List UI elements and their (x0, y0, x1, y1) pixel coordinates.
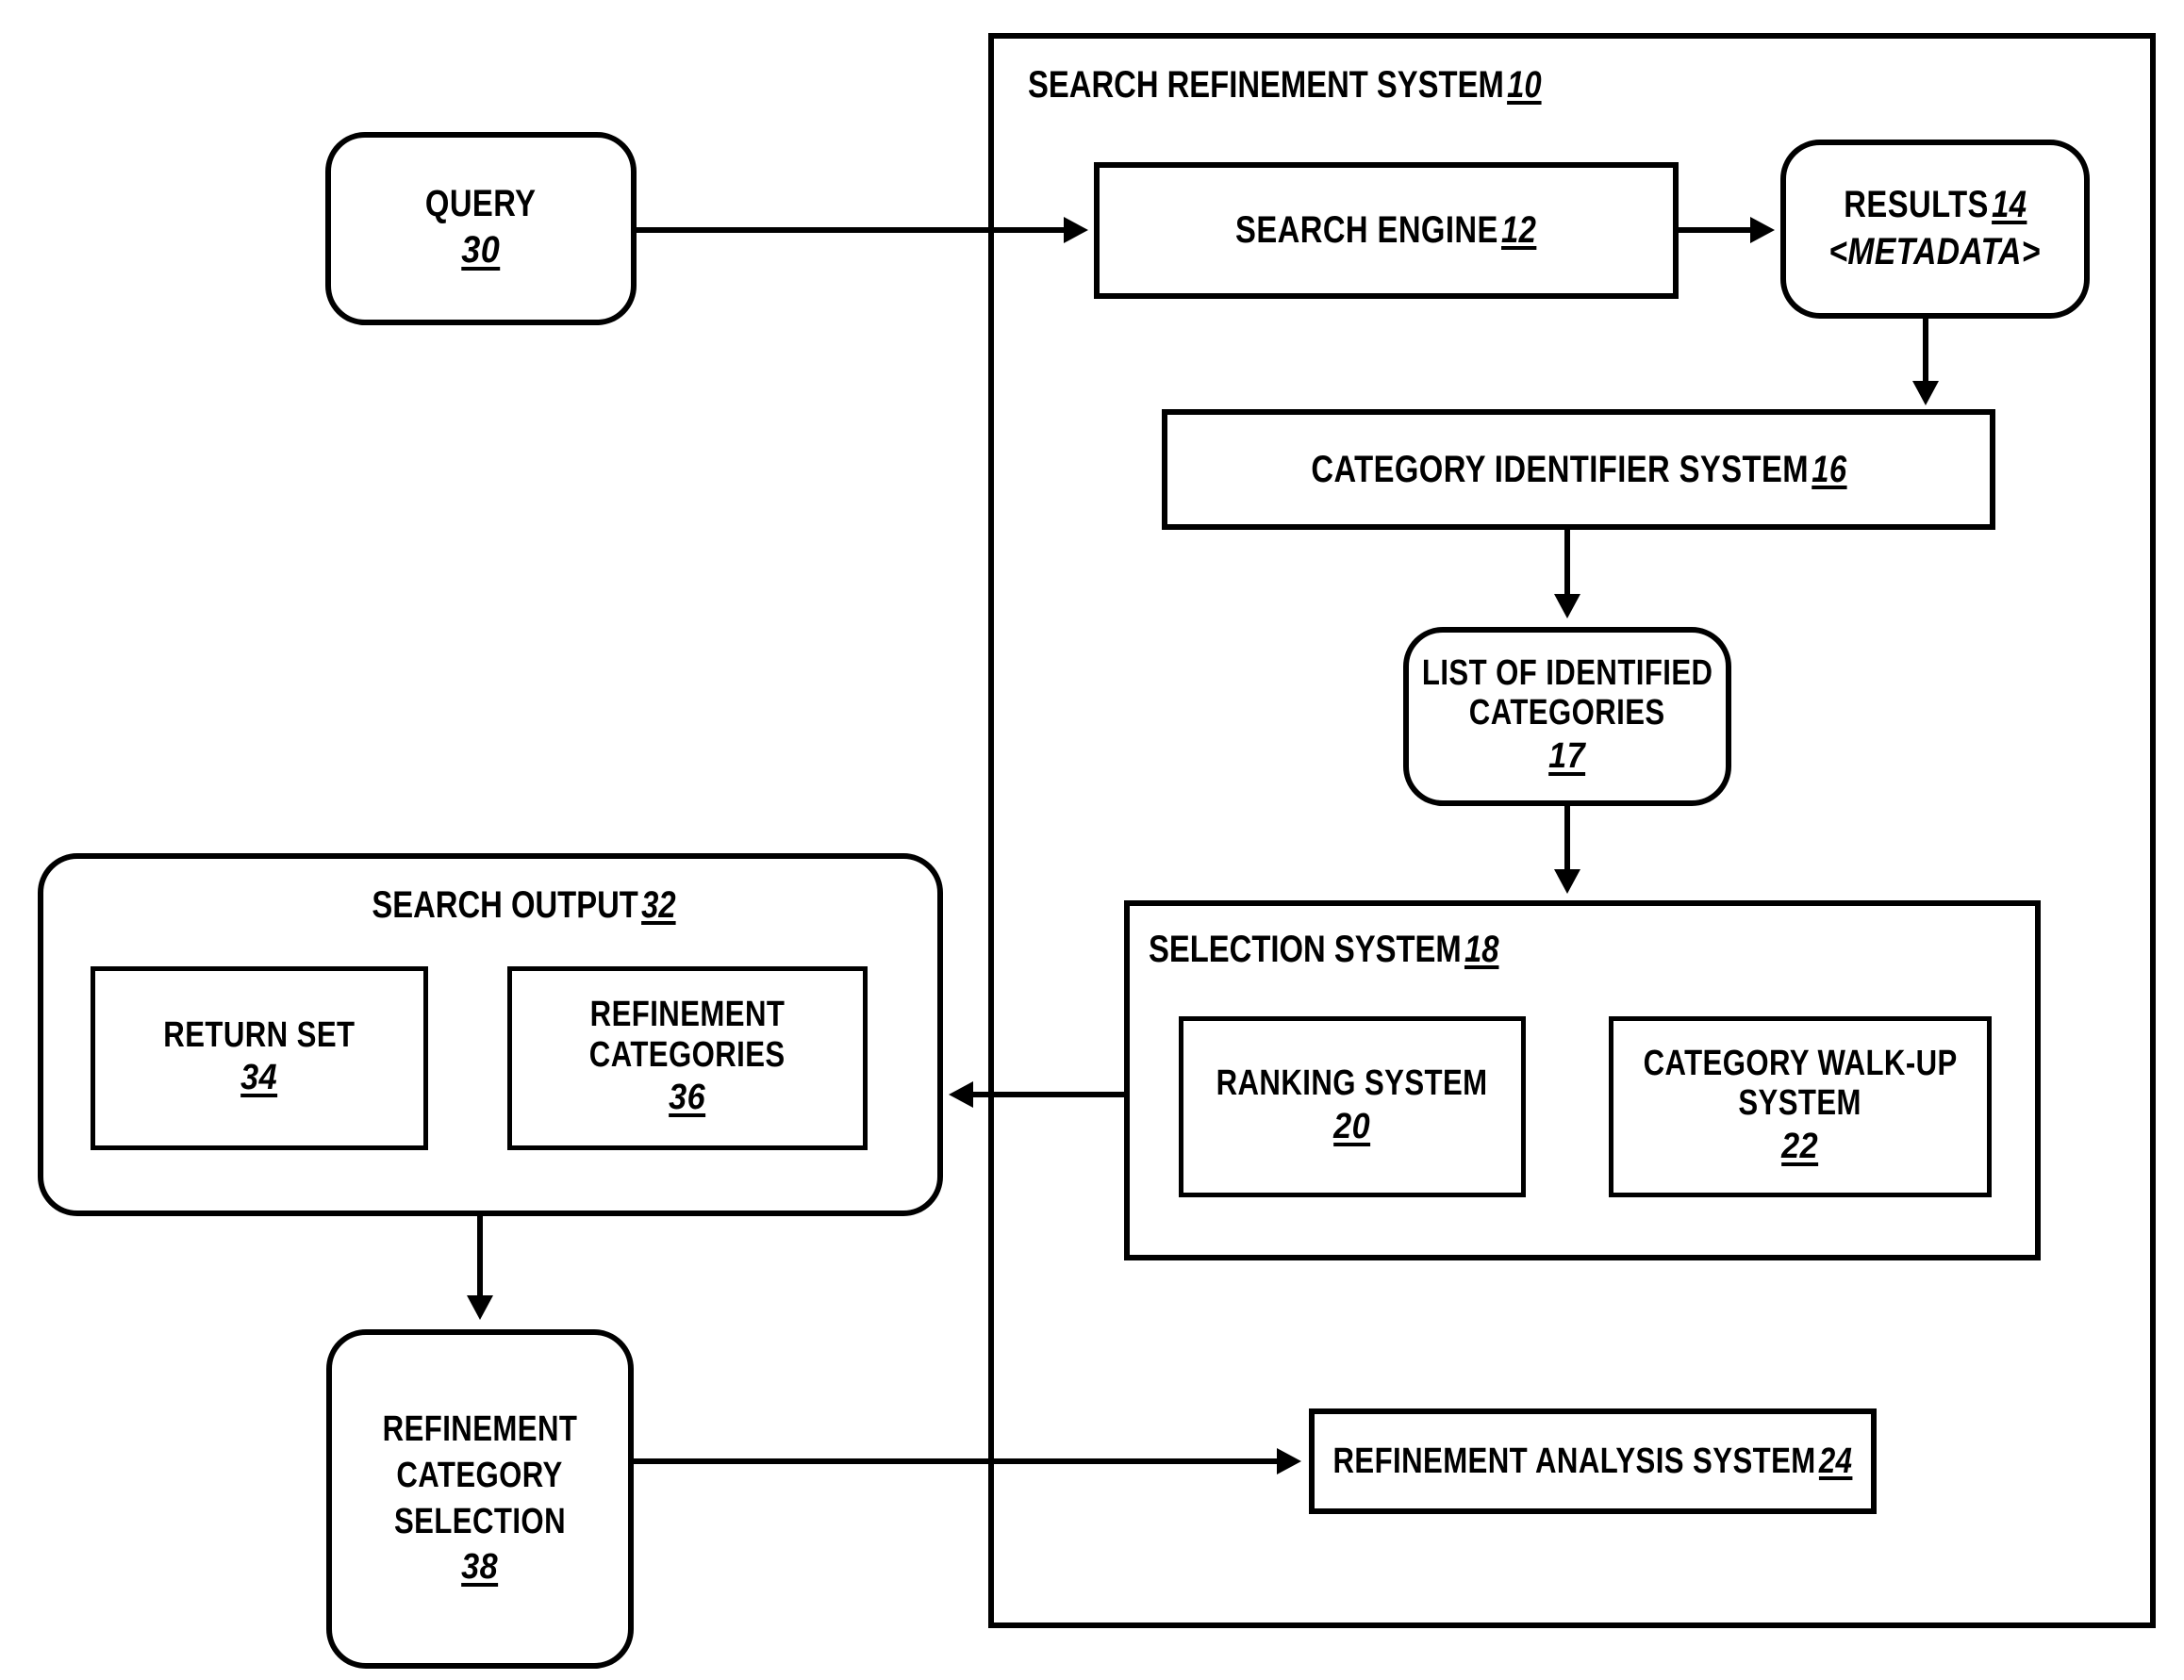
query-node[interactable]: QUERY 30 (325, 132, 637, 325)
category-identifier-system-node[interactable]: CATEGORY IDENTIFIER SYSTEM16 (1162, 409, 1995, 530)
search-refinement-system-title: SEARCH REFINEMENT SYSTEM (1028, 64, 1504, 106)
selection-system-ref: 18 (1464, 929, 1499, 970)
arrowhead-query-to-search-engine (1064, 217, 1088, 243)
category-identifier-label: CATEGORY IDENTIFIER SYSTEM (1310, 448, 1809, 490)
search-output-label: SEARCH OUTPUT32 (372, 884, 675, 927)
connector-query-to-search-engine (637, 227, 1069, 233)
refinement-selection-line1: REFINEMENT (382, 1409, 578, 1450)
results-label: RESULTS (1843, 183, 1989, 225)
ranking-system-label: RANKING SYSTEM (1216, 1063, 1488, 1104)
results-ref: 14 (1991, 183, 2027, 225)
refinement-analysis-ref: 24 (1818, 1441, 1853, 1481)
selection-system-title: SELECTION SYSTEM (1149, 929, 1462, 970)
refinement-analysis-text: REFINEMENT ANALYSIS SYSTEM24 (1333, 1441, 1853, 1482)
connector-results-to-category-identifier (1923, 319, 1928, 385)
list-categories-line1: LIST OF IDENTIFIED (1421, 652, 1713, 693)
connector-category-identifier-to-list (1564, 530, 1570, 598)
query-label: QUERY (425, 183, 537, 225)
query-ref: 30 (461, 228, 501, 271)
arrowhead-search-output-to-refinement-selection (467, 1295, 493, 1320)
arrowhead-selection-to-search-output (949, 1081, 973, 1108)
category-identifier-text: CATEGORY IDENTIFIER SYSTEM16 (1311, 449, 1846, 491)
category-walkup-ref: 22 (1781, 1126, 1819, 1166)
refinement-categories-line1: REFINEMENT (589, 995, 786, 1035)
arrowhead-results-to-category-identifier (1912, 381, 1939, 405)
search-output-ref: 32 (640, 884, 676, 926)
refinement-selection-line2: CATEGORY (396, 1455, 564, 1495)
refinement-selection-line3: SELECTION (393, 1501, 567, 1541)
refinement-categories-ref: 36 (669, 1078, 706, 1118)
figure-canvas: SEARCH REFINEMENT SYSTEM10 QUERY 30 SEAR… (0, 0, 2184, 1680)
refinement-categories-line2: CATEGORIES (589, 1034, 786, 1075)
results-text: RESULTS14 (1844, 184, 2027, 226)
list-of-identified-categories-node[interactable]: LIST OF IDENTIFIED CATEGORIES 17 (1403, 627, 1731, 806)
search-engine-label: SEARCH ENGINE (1235, 209, 1499, 252)
refinement-category-selection-node[interactable]: REFINEMENT CATEGORY SELECTION 38 (326, 1329, 634, 1669)
search-engine-text: SEARCH ENGINE12 (1235, 209, 1536, 252)
connector-refinement-selection-to-analysis (634, 1458, 1281, 1464)
return-set-ref: 34 (240, 1058, 278, 1098)
arrowhead-search-engine-to-results (1750, 217, 1775, 243)
return-set-label: RETURN SET (163, 1014, 356, 1055)
connector-list-to-selection-system (1564, 806, 1570, 872)
return-set-node[interactable]: RETURN SET 34 (91, 966, 428, 1150)
category-identifier-ref: 16 (1811, 448, 1847, 490)
category-walkup-line1: CATEGORY WALK-UP (1643, 1043, 1958, 1083)
category-walkup-line2: SYSTEM (1738, 1083, 1862, 1124)
search-engine-node[interactable]: SEARCH ENGINE12 (1094, 162, 1679, 299)
results-node[interactable]: RESULTS14 <METADATA> (1780, 140, 2090, 319)
arrowhead-list-to-selection-system (1554, 869, 1580, 894)
list-categories-ref: 17 (1548, 735, 1586, 776)
connector-search-engine-to-results (1679, 227, 1752, 233)
connector-search-output-to-refinement-selection (477, 1216, 483, 1299)
connector-selection-to-search-output (973, 1092, 1126, 1097)
ranking-system-ref: 20 (1333, 1106, 1371, 1146)
search-output-title: SEARCH OUTPUT (372, 884, 638, 926)
search-engine-ref: 12 (1501, 209, 1537, 252)
list-categories-line2: CATEGORIES (1469, 693, 1665, 733)
refinement-selection-ref: 38 (461, 1547, 499, 1588)
refinement-categories-node[interactable]: REFINEMENT CATEGORIES 36 (507, 966, 868, 1150)
selection-system-label: SELECTION SYSTEM18 (1149, 929, 1498, 971)
ranking-system-node[interactable]: RANKING SYSTEM 20 (1179, 1016, 1526, 1197)
search-refinement-system-label: SEARCH REFINEMENT SYSTEM10 (1028, 64, 1542, 107)
refinement-analysis-system-node[interactable]: REFINEMENT ANALYSIS SYSTEM24 (1309, 1408, 1877, 1514)
arrowhead-refinement-selection-to-analysis (1277, 1448, 1301, 1474)
arrowhead-category-identifier-to-list (1554, 594, 1580, 618)
results-metadata: <METADATA> (1828, 231, 2042, 273)
refinement-analysis-label: REFINEMENT ANALYSIS SYSTEM (1332, 1441, 1816, 1481)
category-walkup-system-node[interactable]: CATEGORY WALK-UP SYSTEM 22 (1609, 1016, 1992, 1197)
search-refinement-system-ref: 10 (1507, 64, 1542, 106)
